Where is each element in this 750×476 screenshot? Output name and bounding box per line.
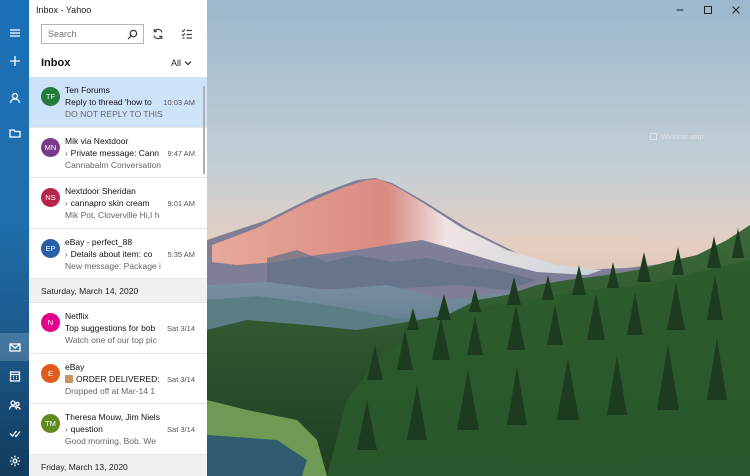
message-preview: Mik Pot, Cloverville Hi,I h [65,210,160,220]
expand-thread-icon[interactable]: › [65,149,68,158]
minimize-icon [676,9,684,11]
select-mode-button[interactable] [176,24,198,44]
message-subject-line: Top suggestions for bob [65,323,162,333]
menu-icon[interactable] [0,19,29,47]
accounts-icon[interactable] [0,84,29,112]
message-sender: Ten Forums [65,85,110,95]
folders-icon[interactable] [0,119,29,147]
date-header: Saturday, March 14, 2020 [29,279,207,303]
filter-dropdown[interactable]: All [171,58,192,68]
snap-hint: Window snip [650,132,704,141]
message-item[interactable]: TF Ten Forums Reply to thread 'how to 10:03… [29,77,207,128]
message-subject-line: › question [65,424,162,434]
settings-icon[interactable] [0,447,29,475]
date-header: Friday, March 13, 2020 [29,454,207,476]
message-subject: Details about item: co [70,248,153,259]
message-sender: Netflix [65,311,89,321]
compose-icon[interactable] [0,47,29,75]
chevron-down-icon [184,61,192,66]
message-time: Sat 3/14 [167,324,195,333]
folder-title: Inbox [41,57,71,69]
message-preview: Watch one of our top pic [65,335,157,345]
message-subject: Top suggestions for bob [65,323,156,333]
avatar: TF [41,87,60,106]
mail-icon[interactable] [0,333,29,361]
close-button[interactable] [722,0,750,20]
mountain-landscape-image [207,0,750,476]
message-sender: Theresa Mouw, Jim Niels [65,412,160,422]
search-input[interactable]: Search [41,24,144,44]
expand-thread-icon[interactable]: › [65,199,68,208]
message-item[interactable]: MN Mik via Nextdoor › Private message: Cann… [29,128,207,178]
message-subject-line: ORDER DELIVERED: 1 [65,374,162,384]
minimize-button[interactable] [666,0,694,20]
message-subject: Reply to thread 'how to [65,97,152,107]
message-item[interactable]: TM Theresa Mouw, Jim Niels › question Sat 3/… [29,404,207,455]
message-preview: New message: Package i [65,260,161,271]
app-rail [0,0,29,476]
message-sender: eBay - perfect_88 [65,236,133,247]
calendar-icon[interactable] [0,362,29,390]
sync-icon [153,28,163,40]
maximize-icon [704,6,712,14]
message-item[interactable]: EeBay ORDER DELIVERED: 1 Sat 3/14 Dropped o… [29,354,207,404]
people-icon[interactable] [0,391,29,419]
avatar: NS [41,188,60,207]
window-title: Inbox - Yahoo [36,5,92,15]
message-subject: cannapro skin cream [70,198,150,208]
scrollbar-thumb[interactable] [203,86,205,174]
filter-label: All [171,58,182,68]
message-preview: Good morning, Bob. We [65,436,157,446]
message-time: 10:03 AM [163,98,195,107]
message-subject-line: › Details about item: co [65,249,162,259]
close-icon [732,6,740,14]
message-time: 5:35 AM [167,249,195,259]
message-subject-line: › cannapro skin cream [65,198,162,208]
todo-icon[interactable] [0,419,29,447]
avatar: TM [41,414,60,433]
sync-button[interactable] [147,24,169,44]
message-subject: ORDER DELIVERED: 1 [76,373,162,384]
snap-hint-label: Window snip [661,132,704,141]
message-subject: question [70,424,103,434]
package-icon [65,374,73,383]
message-time: Sat 3/14 [167,425,195,434]
message-item[interactable]: NS Nextdoor Sheridan › cannapro skin cream 9… [29,178,207,229]
avatar: EP [41,238,60,258]
avatar: N [41,313,60,332]
message-subject-line: › Private message: Cann [65,148,162,158]
message-preview: Cannabalm Conversation [65,159,161,170]
avatar: E [41,363,60,383]
window-controls [666,0,750,20]
expand-thread-icon[interactable]: › [65,425,68,434]
message-sender: Nextdoor Sheridan [65,186,136,196]
maximize-button[interactable] [694,0,722,20]
message-subject: Private message: Cann [70,147,160,158]
search-icon[interactable] [127,29,138,40]
message-time: Sat 3/14 [167,374,195,384]
message-subject-line: Reply to thread 'how to [65,97,162,107]
snap-icon [650,133,657,140]
avatar: MN [41,137,60,157]
reading-pane-background: Window snip [207,0,750,476]
message-preview: Dropped off at Mar-14 1 [65,385,156,396]
message-item[interactable]: EP eBay - perfect_88 › Details about item: … [29,229,207,279]
select-mode-icon [181,29,192,39]
message-list-pane: Search Inbox All TF Ten Forums Reply to th… [29,0,207,476]
message-item[interactable]: N Netflix Top suggestions for bob Sat 3/14 W… [29,303,207,354]
message-preview: DO NOT REPLY TO THIS [65,109,163,119]
search-placeholder: Search [48,29,77,39]
expand-thread-icon[interactable]: › [65,250,68,259]
message-list: TF Ten Forums Reply to thread 'how to 10:03… [29,77,207,476]
message-time: 9:47 AM [167,148,195,158]
message-sender: Mik via Nextdoor [65,135,129,146]
message-time: 9:01 AM [167,199,195,208]
message-sender: eBay [65,361,85,372]
